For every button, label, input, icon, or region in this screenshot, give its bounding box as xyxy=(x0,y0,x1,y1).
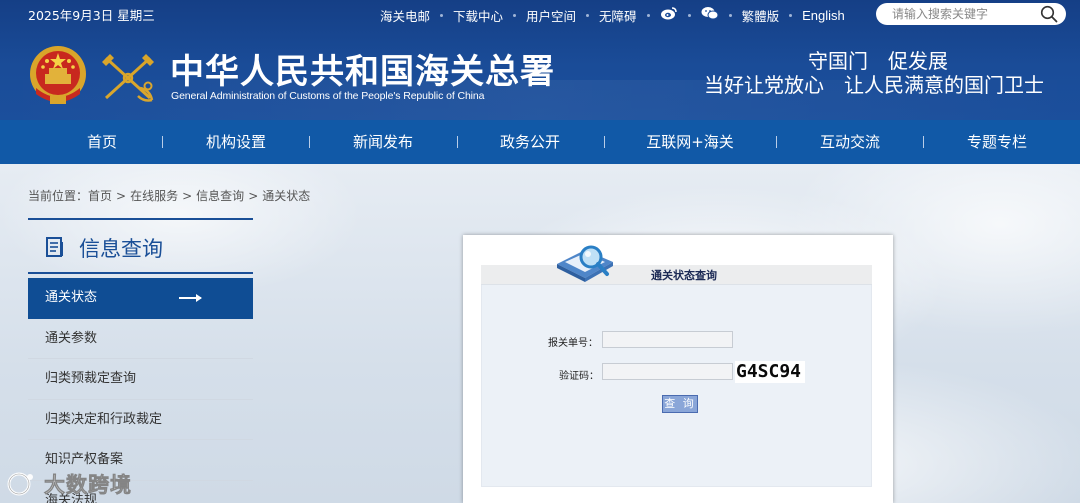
sidebar-item-clearance-params[interactable]: 通关参数 xyxy=(28,319,253,359)
breadcrumb: 当前位置：首页 > 在线服务 > 信息查询 > 通关状态 xyxy=(28,187,310,204)
nav-item-topics[interactable]: 专题专栏 xyxy=(967,120,1027,164)
separator-dot xyxy=(687,13,691,17)
current-date: 2025年9月3日 星期三 xyxy=(28,8,155,23)
top-link-email[interactable]: 海关电邮 xyxy=(380,6,430,25)
watermark: 大数跨境 xyxy=(6,470,132,498)
top-link-accessibility[interactable]: 无障碍 xyxy=(599,6,637,25)
nav-item-organization[interactable]: 机构设置 xyxy=(206,120,266,164)
nav-item-news[interactable]: 新闻发布 xyxy=(353,120,413,164)
sidebar-title: 信息查询 xyxy=(79,237,163,261)
nav-item-interaction[interactable]: 互动交流 xyxy=(820,120,880,164)
breadcrumb-separator: > xyxy=(116,189,127,203)
sidebar-item-clearance-status[interactable]: 通关状态 xyxy=(28,278,253,319)
sidebar-item-label: 通关状态 xyxy=(45,290,98,305)
separator-dot xyxy=(789,13,793,17)
separator-dot xyxy=(646,13,650,17)
sidebar-header: 信息查询 xyxy=(28,220,253,272)
breadcrumb-clearance-status: 通关状态 xyxy=(262,189,311,203)
watermark-logo-icon xyxy=(7,472,33,496)
search-box xyxy=(876,3,1066,25)
breadcrumb-separator: > xyxy=(248,189,259,203)
document-icon xyxy=(46,237,63,257)
captcha-label: 验证码： xyxy=(559,371,599,382)
breadcrumb-online-services[interactable]: 在线服务 xyxy=(130,189,178,203)
top-link-download[interactable]: 下载中心 xyxy=(453,6,503,25)
nav-separator xyxy=(923,136,924,148)
separator-dot xyxy=(586,13,590,17)
sidebar-item-classification-ruling[interactable]: 归类决定和行政裁定 xyxy=(28,400,253,440)
sidebar-item-label: 归类预裁定查询 xyxy=(45,371,137,386)
customs-emblem-icon xyxy=(102,54,154,102)
main-nav: 首页 机构设置 新闻发布 政务公开 互联网+海关 互动交流 专题专栏 xyxy=(0,120,1080,164)
site-title-en: General Administration of Customs of the… xyxy=(171,90,485,102)
nav-separator xyxy=(309,136,310,148)
search-icon[interactable] xyxy=(1040,5,1058,23)
nav-separator xyxy=(162,136,163,148)
search-input[interactable] xyxy=(892,5,1032,23)
declaration-number-label: 报关单号： xyxy=(548,338,598,349)
sidebar-title-divider xyxy=(28,272,253,274)
nav-item-home[interactable]: 首页 xyxy=(87,120,117,164)
magnifier-icon xyxy=(557,245,613,282)
breadcrumb-separator: > xyxy=(182,189,193,203)
watermark-text: 大数跨境 xyxy=(44,473,132,498)
top-link-user-space[interactable]: 用户空间 xyxy=(526,6,576,25)
sidebar-item-label: 归类决定和行政裁定 xyxy=(45,411,163,427)
breadcrumb-home[interactable]: 首页 xyxy=(88,189,112,203)
english-link[interactable]: English xyxy=(802,8,845,23)
separator-dot xyxy=(513,13,517,17)
slogan-line-2: 当好让党放心 让人民满意的国门卫士 xyxy=(704,73,1044,97)
arrow-right-icon xyxy=(179,294,202,302)
breadcrumb-prefix: 当前位置： xyxy=(28,189,89,203)
captcha-input[interactable] xyxy=(602,363,733,380)
wechat-icon[interactable] xyxy=(701,6,719,24)
declaration-number-input[interactable] xyxy=(602,331,733,348)
query-button[interactable]: 查 询 xyxy=(662,395,698,413)
traditional-chinese-link[interactable]: 繁體版 xyxy=(742,6,780,25)
weibo-icon[interactable] xyxy=(660,6,678,24)
separator-dot xyxy=(728,13,732,17)
query-panel-title: 通关状态查询 xyxy=(651,269,717,282)
top-links-bar: 海关电邮 下载中心 用户空间 无障碍 繁體版 English xyxy=(380,6,845,24)
site-header: 2025年9月3日 星期三 海关电邮 下载中心 用户空间 无障碍 繁體版 Eng… xyxy=(0,0,1080,120)
captcha-text: G4SC94 xyxy=(736,361,802,382)
nav-separator xyxy=(776,136,777,148)
national-emblem-icon xyxy=(30,46,86,104)
nav-item-internet-customs[interactable]: 互联网+海关 xyxy=(646,120,734,164)
nav-separator xyxy=(457,136,458,148)
nav-separator xyxy=(604,136,605,148)
sidebar-item-label: 通关参数 xyxy=(45,330,98,346)
breadcrumb-info-query[interactable]: 信息查询 xyxy=(196,189,244,203)
separator-dot xyxy=(440,13,444,17)
sidebar-item-pre-classification[interactable]: 归类预裁定查询 xyxy=(28,359,253,400)
nav-item-gov-affairs[interactable]: 政务公开 xyxy=(500,120,560,164)
captcha-image[interactable]: G4SC94 xyxy=(735,361,805,383)
sidebar-item-label: 知识产权备案 xyxy=(45,452,124,467)
site-title-cn: 中华人民共和国海关总署 xyxy=(170,52,555,92)
